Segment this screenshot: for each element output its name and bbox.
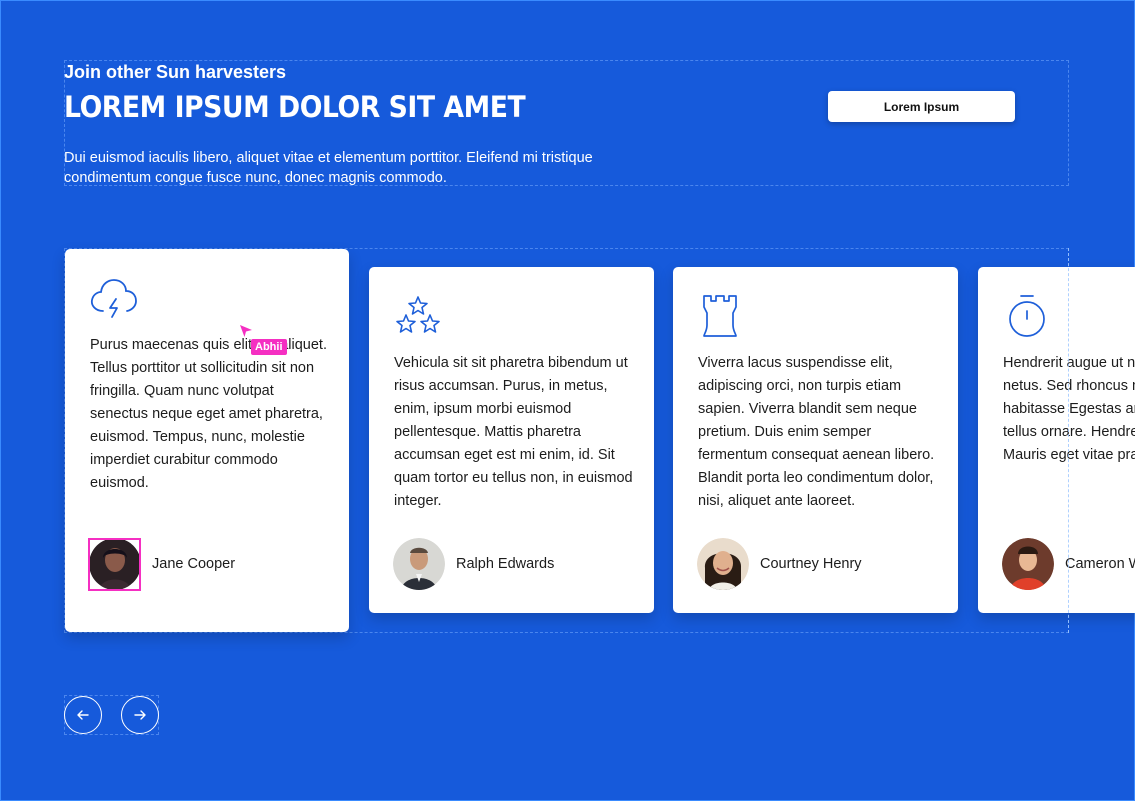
- collaborator-label: Abhii: [251, 339, 287, 355]
- testimonial-text: Vehicula sit sit pharetra bibendum ut ri…: [394, 355, 633, 509]
- author-name: Courtney Henry: [760, 556, 862, 572]
- testimonial-text: Hendrerit augue ut nec quis integer netu…: [1003, 355, 1135, 463]
- avatar: [393, 538, 445, 590]
- testimonial-card[interactable]: Purus maecenas quis elit eu, aliquet. Te…: [65, 249, 349, 632]
- chess-rook-icon: [703, 295, 737, 337]
- avatar: [697, 538, 749, 590]
- prev-button[interactable]: [64, 696, 102, 734]
- cloud-lightning-icon: [90, 279, 137, 318]
- arrow-right-icon: [134, 710, 146, 720]
- author-name: Jane Cooper: [152, 556, 236, 572]
- testimonial-carousel: Purus maecenas quis elit eu, aliquet. Te…: [0, 0, 1135, 801]
- stopwatch-icon: [1009, 295, 1045, 337]
- stars-icon: [396, 296, 440, 333]
- avatar: [1002, 538, 1054, 590]
- avatar: [89, 538, 141, 590]
- author-name: Cameron Williamson: [1065, 556, 1135, 572]
- testimonial-card[interactable]: Hendrerit augue ut nec quis integer netu…: [978, 267, 1135, 613]
- testimonial-card[interactable]: Viverra lacus suspendisse elit, adipisci…: [673, 267, 958, 613]
- next-button[interactable]: [121, 696, 159, 734]
- testimonial-card[interactable]: Vehicula sit sit pharetra bibendum ut ri…: [369, 267, 654, 613]
- author-name: Ralph Edwards: [456, 556, 555, 572]
- testimonial-text: Purus maecenas quis elit eu, aliquet. Te…: [90, 337, 327, 491]
- testimonial-text: Viverra lacus suspendisse elit, adipisci…: [698, 355, 935, 509]
- arrow-left-icon: [77, 710, 89, 720]
